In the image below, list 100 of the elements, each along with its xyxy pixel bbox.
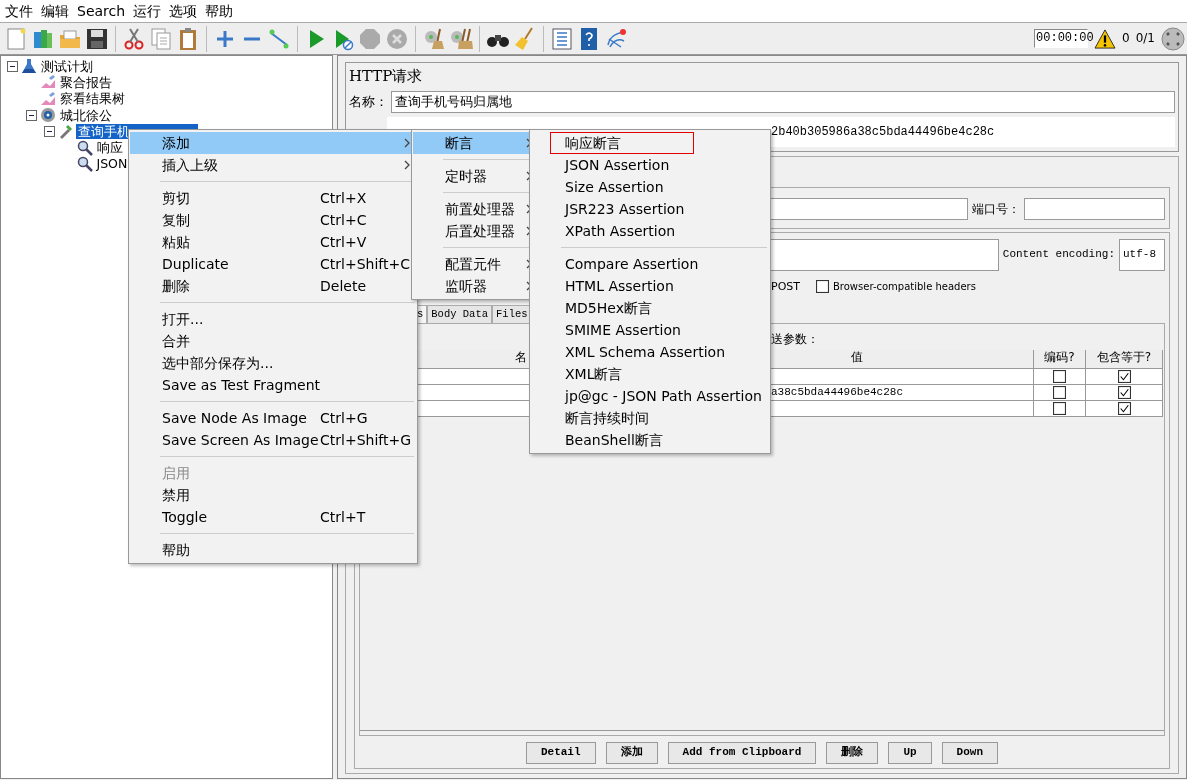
menu-item[interactable]: Size Assertion xyxy=(550,176,673,198)
menu-item-label: MD5Hex断言 xyxy=(565,299,652,317)
menu-item-label: 断言持续时间 xyxy=(565,409,649,427)
menu-item[interactable]: 帮助 xyxy=(130,539,416,561)
menu-item[interactable]: 运行 xyxy=(130,2,167,20)
menu-item-label: Duplicate xyxy=(162,255,229,273)
menu-item-label: 剪切 xyxy=(162,189,190,207)
magnifier-icon xyxy=(76,155,93,172)
checkbox[interactable] xyxy=(1117,386,1131,400)
menu-item[interactable]: 文件 xyxy=(2,2,38,20)
checkbox[interactable] xyxy=(1117,402,1131,416)
menu-item[interactable]: 响应断言 xyxy=(550,132,694,154)
menu-item-label: Size Assertion xyxy=(565,178,664,196)
menu-item[interactable]: 打开... xyxy=(130,308,416,330)
menu-item-label: JSON Assertion xyxy=(565,156,670,174)
menu-item-label: 配置元件 xyxy=(445,255,501,273)
menu-item-label: 复制 xyxy=(162,211,190,229)
menu-item-label: 禁用 xyxy=(162,486,190,504)
menu-item[interactable]: 禁用 xyxy=(130,484,416,506)
checkbox[interactable] xyxy=(1117,370,1131,384)
button[interactable]: Down xyxy=(941,742,998,764)
tree-item[interactable]: 测试计划 xyxy=(39,58,95,74)
menu-item[interactable]: JSON Assertion xyxy=(550,154,679,176)
port-label: 端口号： xyxy=(972,201,1020,217)
column-header[interactable]: 包含等于? xyxy=(1086,350,1163,370)
menu-item-label: 帮助 xyxy=(162,541,190,559)
tree-item[interactable]: JSON xyxy=(94,156,130,172)
button[interactable]: 添加 xyxy=(605,742,658,764)
button[interactable]: 删除 xyxy=(826,742,879,764)
shortcut-label: Ctrl+C xyxy=(320,211,367,229)
menu-item[interactable]: 编辑 xyxy=(38,2,74,20)
scissors-icon[interactable] xyxy=(122,26,146,51)
gear-brooms-icon[interactable] xyxy=(449,26,473,51)
menu-item[interactable]: HTML Assertion xyxy=(550,275,683,297)
menu-item[interactable]: Save Screen As Image Ctrl+Shift+G xyxy=(130,429,416,451)
magnifier-icon xyxy=(76,139,93,156)
tab[interactable]: Files xyxy=(492,305,532,323)
warning-icon[interactable] xyxy=(1094,28,1117,49)
button[interactable]: Detail xyxy=(525,742,596,764)
tab[interactable]: Body Data xyxy=(427,305,493,323)
menu-item[interactable]: BeanShell断言 xyxy=(550,429,672,451)
menu-item[interactable]: JSR223 Assertion xyxy=(550,198,694,220)
menu-item-label: XML断言 xyxy=(565,365,623,383)
collapse-icon[interactable] xyxy=(25,109,37,121)
remote-icon[interactable] xyxy=(1161,26,1185,51)
gear-broom-icon[interactable] xyxy=(422,26,446,51)
menu-item[interactable]: Search xyxy=(74,2,131,20)
button[interactable]: Up xyxy=(888,742,932,764)
network-icon[interactable] xyxy=(604,26,628,51)
menu-item[interactable]: Compare Assertion xyxy=(550,253,708,275)
encoding-field[interactable]: utf-8 xyxy=(1119,239,1165,271)
button[interactable]: Add from Clipboard xyxy=(667,742,817,764)
chart-icon xyxy=(39,90,56,107)
column-header[interactable]: 编码? xyxy=(1034,350,1086,370)
list-icon[interactable] xyxy=(550,26,574,51)
menu-item-label: Toggle xyxy=(162,508,207,526)
encoding-label: Content encoding: xyxy=(1002,248,1115,262)
shortcut-label: Ctrl+Shift+G xyxy=(320,431,412,449)
checkbox[interactable] xyxy=(1053,370,1066,384)
shortcut-label: Ctrl+V xyxy=(320,233,367,251)
menu-item-label: 添加 xyxy=(162,134,190,152)
menu-item-label: 后置处理器 xyxy=(445,222,515,240)
menu-item[interactable]: XPath Assertion xyxy=(550,220,685,242)
menu-item-label: HTML Assertion xyxy=(565,277,674,295)
save-icon[interactable] xyxy=(85,26,109,51)
menu-item[interactable]: XML断言 xyxy=(550,363,632,385)
menu-item-label: 粘贴 xyxy=(162,233,190,251)
checkbox[interactable] xyxy=(816,280,829,294)
collapse-icon[interactable] xyxy=(7,60,18,72)
menu-item-label: 插入上级 xyxy=(162,156,218,174)
menu-item[interactable]: 选项 xyxy=(166,2,203,20)
tree-item[interactable]: 响应 xyxy=(94,140,125,156)
shortcut-label: Ctrl+Shift+C xyxy=(320,255,410,273)
tree-item[interactable]: 城北徐公 xyxy=(57,107,114,123)
menu-item[interactable]: 选中部分保存为... xyxy=(130,352,416,374)
checkbox[interactable] xyxy=(1053,386,1066,400)
collapse-icon[interactable] xyxy=(44,125,55,137)
name-label: 名称： xyxy=(349,94,389,110)
gear-icon xyxy=(39,107,56,124)
menu-item-label: Save Screen As Image xyxy=(162,431,319,449)
menu-item-label: 监听器 xyxy=(445,277,487,295)
menu-item[interactable]: Toggle Ctrl+T xyxy=(130,506,416,528)
tree-item[interactable]: 察看结果树 xyxy=(57,91,127,107)
menu-item[interactable]: 断言持续时间 xyxy=(550,407,658,429)
shortcut-label: Ctrl+X xyxy=(320,189,367,207)
menu-item-label: 打开... xyxy=(162,310,204,328)
menu-item[interactable]: SMIME Assertion xyxy=(550,319,690,341)
menu-item[interactable]: 合并 xyxy=(130,330,416,352)
menu-item[interactable]: 帮助 xyxy=(202,2,239,20)
menu-item[interactable]: MD5Hex断言 xyxy=(550,297,661,319)
panel-title: HTTP请求 xyxy=(349,67,424,85)
menu-item[interactable]: Save as Test Fragment xyxy=(130,374,416,396)
menu-item-label: BeanShell断言 xyxy=(565,431,663,449)
error-count: 0 xyxy=(1122,31,1130,46)
menu-item-label: Compare Assertion xyxy=(565,255,699,273)
port-field[interactable] xyxy=(1024,198,1165,220)
tree-item[interactable]: 聚合报告 xyxy=(57,74,114,90)
menu-item[interactable]: Save Node As Image Ctrl+G xyxy=(130,407,416,429)
name-field[interactable]: 查询手机号码归属地 xyxy=(391,91,1175,113)
checkbox[interactable] xyxy=(1053,402,1066,416)
